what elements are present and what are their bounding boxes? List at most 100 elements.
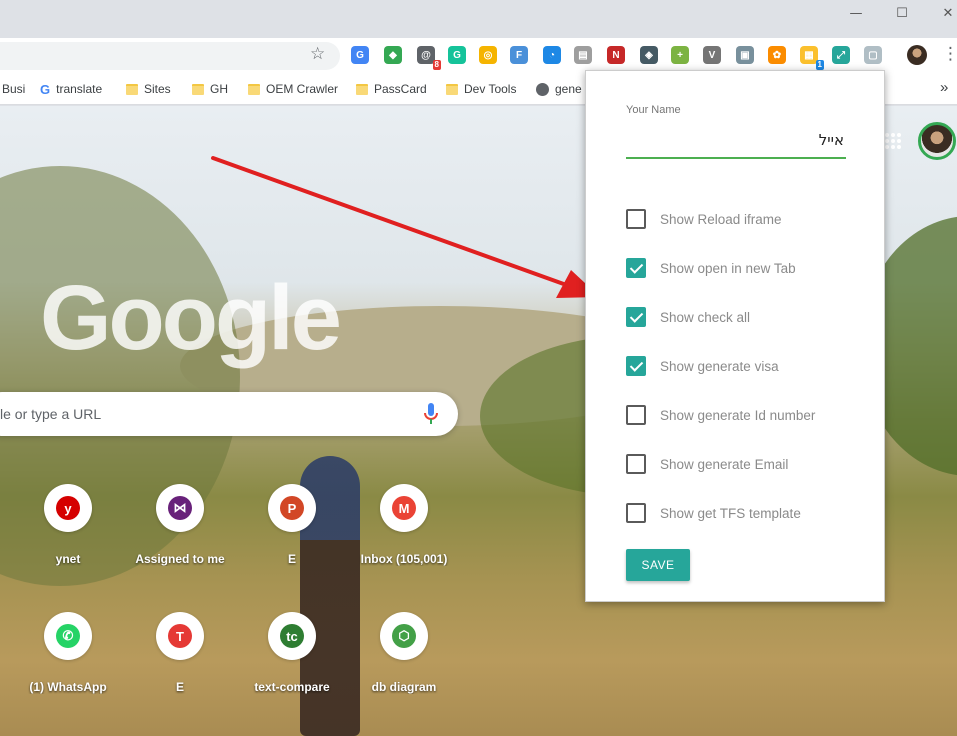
shortcut-tile[interactable]: M Inbox (105,001)	[348, 484, 460, 596]
norton-icon[interactable]: ◎	[479, 46, 497, 64]
account-avatar[interactable]	[918, 122, 956, 160]
shortcut-icon-tile: T	[156, 612, 204, 660]
option-label: Show open in new Tab	[660, 260, 796, 276]
shortcut-tile[interactable]: ⬡ db diagram	[348, 612, 460, 724]
maps-extension-icon[interactable]: ◆	[384, 46, 402, 64]
profile-avatar[interactable]	[907, 45, 927, 65]
shortcut-icon: y	[56, 496, 80, 520]
expand-extension-icon[interactable]: ⤢	[832, 46, 850, 64]
n-extension-icon[interactable]: N	[607, 46, 625, 64]
bookmark-label: gene	[555, 82, 582, 96]
globe-icon	[536, 82, 549, 96]
shortcut-label: Assigned to me	[135, 552, 225, 566]
shortcut-icon-tile: ⋈	[156, 484, 204, 532]
your-name-input[interactable]	[626, 123, 846, 159]
shortcut-tile[interactable]: tc text-compare	[236, 612, 348, 724]
bookmark-item[interactable]: Gtranslate	[40, 81, 102, 97]
chrome-menu-icon[interactable]: ⋮	[942, 44, 957, 64]
bookmark-label: OEM Crawler	[266, 82, 339, 96]
option-checkbox[interactable]	[626, 356, 646, 376]
option-row[interactable]: Show generate Id number	[626, 404, 815, 426]
shortcut-label: E	[175, 680, 184, 694]
folder-icon	[446, 83, 458, 95]
image-extension-icon[interactable]: ▣	[736, 46, 754, 64]
extension-badge: 1	[815, 60, 824, 70]
option-checkbox[interactable]	[626, 258, 646, 278]
close-button[interactable]: ✕	[925, 0, 957, 26]
microphone-icon[interactable]	[424, 403, 438, 425]
shortcut-label: E	[287, 552, 296, 566]
option-row[interactable]: Show generate visa	[626, 355, 779, 377]
bookmark-item[interactable]: Sites	[126, 81, 171, 97]
bookmark-label: Sites	[144, 82, 171, 96]
bookmark-item[interactable]: gene	[536, 81, 582, 97]
grammarly-icon[interactable]: G	[448, 46, 466, 64]
google-apps-icon[interactable]	[884, 132, 902, 150]
bookmark-label: translate	[56, 82, 103, 96]
folder-icon	[248, 83, 260, 95]
shield-extension-icon[interactable]: ◈	[640, 46, 658, 64]
speedtest-icon[interactable]: ◔	[543, 46, 561, 64]
shortcut-label: Inbox (105,001)	[360, 552, 448, 566]
google-logo: Google	[40, 267, 342, 369]
shortcut-icon-tile: ⬡	[380, 612, 428, 660]
mail-checker-icon[interactable]: @8	[417, 46, 441, 70]
bookmark-label: PassCard	[374, 82, 427, 96]
option-checkbox[interactable]	[626, 454, 646, 474]
bookmark-item[interactable]: Dev Tools	[446, 81, 516, 97]
folder-icon	[126, 83, 138, 95]
maximize-button[interactable]: ☐	[879, 0, 925, 26]
title-bar: — ☐ ✕	[0, 0, 957, 38]
shortcut-icon: T	[168, 624, 192, 648]
tab-manager-icon[interactable]: ▤	[574, 46, 592, 64]
option-row[interactable]: Show open in new Tab	[626, 257, 796, 279]
option-row[interactable]: Show check all	[626, 306, 750, 328]
shortcut-tile[interactable]: ✆ (1) WhatsApp	[12, 612, 124, 724]
v-extension-icon[interactable]: V	[703, 46, 721, 64]
option-label: Show generate visa	[660, 358, 779, 374]
shortcut-label: ynet	[55, 552, 81, 566]
bookmark-label: Dev Tools	[464, 82, 517, 96]
bookmark-label: Busi	[2, 82, 26, 96]
google-translate-icon[interactable]: G	[351, 46, 369, 64]
option-row[interactable]: Show generate Email	[626, 453, 788, 475]
option-row[interactable]: Show get TFS template	[626, 502, 801, 524]
bookmark-item[interactable]: GH	[192, 81, 228, 97]
extension-settings-popup: Your Name Show Reload iframe Show open in…	[585, 70, 885, 602]
option-row[interactable]: Show Reload iframe	[626, 208, 782, 230]
shortcut-icon: ✆	[56, 624, 80, 648]
ft-extension-icon[interactable]: F	[510, 46, 528, 64]
shortcut-tile[interactable]: ⋈ Assigned to me	[124, 484, 236, 596]
bookmark-label: GH	[210, 82, 228, 96]
bookmark-star-icon[interactable]: ☆	[310, 44, 325, 64]
extension-badge: 8	[432, 60, 441, 70]
option-checkbox[interactable]	[626, 405, 646, 425]
search-box[interactable]: le or type a URL	[0, 392, 458, 436]
news-extension-icon[interactable]: ▦ 1	[800, 46, 824, 70]
shortcut-icon-tile: tc	[268, 612, 316, 660]
bookmark-item[interactable]: PassCard	[356, 81, 427, 97]
option-checkbox[interactable]	[626, 503, 646, 523]
option-checkbox[interactable]	[626, 209, 646, 229]
google-icon: G	[40, 81, 51, 97]
save-button[interactable]: SAVE	[626, 549, 690, 581]
option-checkbox[interactable]	[626, 307, 646, 327]
colorpicker-icon[interactable]: ✿	[768, 46, 786, 64]
bookmarks-overflow-icon[interactable]: »	[940, 79, 948, 96]
option-label: Show check all	[660, 309, 751, 325]
helper-extension-icon[interactable]: ▢	[864, 46, 882, 64]
shortcut-icon: P	[280, 496, 304, 520]
minimize-button[interactable]: —	[833, 0, 879, 26]
shortcut-tile[interactable]: TE	[124, 612, 236, 724]
option-label: Show generate Email	[660, 456, 789, 472]
shortcut-icon-tile: P	[268, 484, 316, 532]
bookmark-item[interactable]: OEM Crawler	[248, 81, 338, 97]
shortcut-icon: tc	[280, 624, 304, 648]
option-label: Show get TFS template	[660, 505, 801, 521]
plus-extension-icon[interactable]: +	[671, 46, 689, 64]
shortcut-tile[interactable]: PE	[236, 484, 348, 596]
bookmark-item[interactable]: Busi	[2, 81, 25, 97]
option-label: Show generate Id number	[660, 407, 816, 423]
shortcut-tile[interactable]: y ynet	[12, 484, 124, 596]
address-bar[interactable]	[0, 42, 340, 70]
